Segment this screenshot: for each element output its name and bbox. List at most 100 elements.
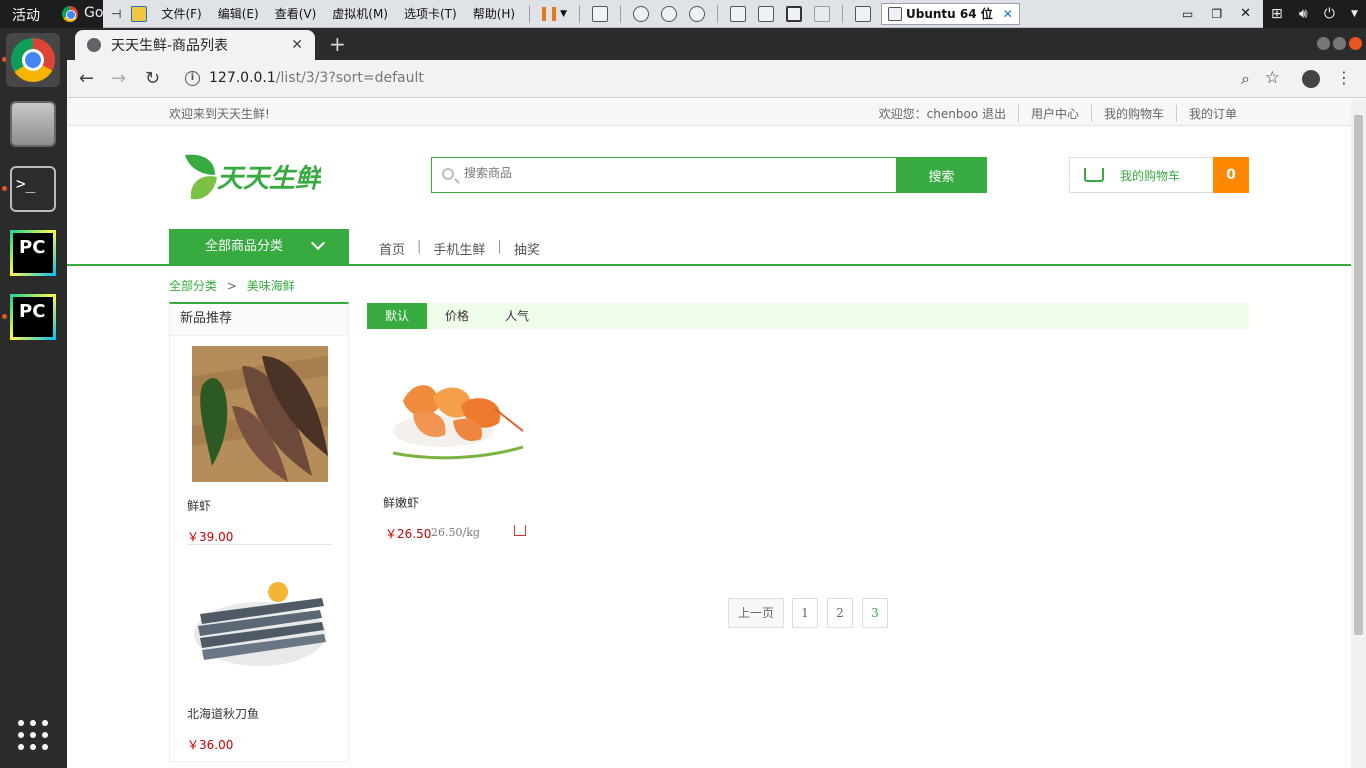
sidebar-product[interactable]: 北海道秋刀鱼 ￥36.00 — [187, 554, 332, 753]
all-categories-menu[interactable]: 全部商品分类 — [169, 229, 349, 266]
browser-toolbar: ← → ↻ i 127.0.0.1/list/3/3?sort=default … — [67, 60, 1366, 98]
fullscreen-icon[interactable] — [786, 5, 802, 22]
snapshot-manager-icon[interactable] — [689, 5, 705, 22]
send-keys-icon[interactable] — [592, 5, 608, 22]
sort-price-tab[interactable]: 价格 — [427, 303, 487, 329]
sidebar-product-name[interactable]: 鲜虾 — [187, 497, 332, 514]
restore-icon[interactable]: ❐ — [1211, 7, 1222, 21]
tab-home-icon[interactable] — [855, 5, 871, 22]
url-path: /list/3/3?sort=default — [275, 70, 424, 86]
close-icon[interactable]: ✕ — [1003, 7, 1013, 21]
page-2-button[interactable]: 2 — [827, 598, 853, 628]
running-indicator — [2, 186, 7, 191]
forward-arrow-icon[interactable]: → — [111, 68, 126, 89]
sidebar-divider — [187, 544, 332, 545]
menu-vm[interactable]: 虚拟机(M) — [332, 5, 388, 22]
console-view-icon[interactable] — [758, 5, 774, 22]
close-button[interactable] — [1349, 37, 1362, 50]
activities-button[interactable]: 活动 — [12, 5, 40, 25]
prev-page-button[interactable]: 上一页 — [728, 598, 784, 628]
nav-home[interactable]: 首页 — [379, 239, 405, 258]
search-input[interactable] — [464, 166, 884, 180]
vm-tab-icon — [888, 6, 902, 21]
volume-icon[interactable]: 🔊︎ — [1299, 6, 1308, 22]
cart-count-badge[interactable]: 0 — [1213, 157, 1249, 193]
vm-home-icon[interactable] — [131, 5, 148, 22]
nav-mobile-fresh[interactable]: 手机生鲜 — [433, 239, 485, 258]
account-icon[interactable] — [1302, 70, 1320, 88]
snapshot-icon[interactable] — [633, 5, 649, 22]
nav-separator: | — [497, 239, 502, 254]
unity-icon[interactable] — [814, 5, 830, 22]
toolbar-divider — [842, 4, 843, 23]
dock: >_ PC PC — [0, 28, 67, 768]
nav-separator: | — [417, 239, 422, 254]
browser-tab[interactable]: 天天生鲜-商品列表 ✕ — [75, 30, 315, 60]
user-greeting-logout[interactable]: 欢迎您：chenboo 退出 — [867, 105, 1018, 122]
product-name[interactable]: 鲜嫩虾 — [383, 494, 533, 511]
dock-pycharm-icon[interactable]: PC — [10, 230, 56, 276]
sort-default-tab[interactable]: 默认 — [367, 303, 427, 329]
close-icon[interactable]: ✕ — [291, 37, 303, 53]
dock-pycharm-icon[interactable]: PC — [10, 294, 56, 340]
search-button[interactable]: 搜索 — [896, 157, 987, 193]
scrollbar-thumb[interactable] — [1354, 115, 1363, 635]
breadcrumb-current[interactable]: 美味海鲜 — [247, 279, 295, 293]
page-3-button[interactable]: 3 — [862, 598, 888, 628]
close-window-icon[interactable]: ✕ — [1240, 6, 1251, 21]
address-field[interactable]: 127.0.0.1/list/3/3?sort=default — [209, 70, 424, 86]
breadcrumb-root[interactable]: 全部分类 — [169, 279, 217, 293]
dock-files-icon[interactable] — [10, 101, 56, 147]
site-logo[interactable]: 天天生鲜 — [181, 149, 321, 207]
prawn-image[interactable] — [192, 346, 328, 482]
page-scrollbar[interactable] — [1351, 99, 1366, 768]
menu-help[interactable]: 帮助(H) — [473, 5, 515, 22]
menu-edit[interactable]: 编辑(E) — [218, 5, 259, 22]
all-categories-label: 全部商品分类 — [205, 239, 284, 254]
chrome-app-icon — [62, 6, 78, 22]
my-orders-link[interactable]: 我的订单 — [1175, 105, 1249, 122]
sort-popularity-tab[interactable]: 人气 — [487, 303, 547, 329]
saury-image[interactable] — [192, 554, 328, 690]
dock-chrome-icon[interactable] — [6, 33, 60, 87]
more-menu-icon[interactable]: ⋮ — [1336, 68, 1352, 87]
bookmark-star-icon[interactable]: ☆ — [1265, 68, 1280, 88]
nav-lottery[interactable]: 抽奖 — [514, 239, 540, 258]
show-apps-icon[interactable] — [18, 720, 48, 750]
search-icon — [442, 168, 454, 180]
pause-icon[interactable] — [542, 6, 557, 21]
menu-file[interactable]: 文件(F) — [161, 5, 201, 22]
network-icon[interactable]: ⊞ — [1271, 6, 1283, 22]
sidebar-product[interactable]: 鲜虾 ￥39.00 — [187, 346, 332, 545]
shrimp-image[interactable] — [383, 361, 525, 471]
pin-icon[interactable]: ⊣ — [111, 7, 121, 21]
cart-icon — [1084, 168, 1104, 182]
maximize-button[interactable] — [1333, 37, 1346, 50]
dock-terminal-icon[interactable]: >_ — [10, 166, 56, 212]
my-cart-link[interactable]: 我的购物车 — [1090, 105, 1176, 122]
reload-icon[interactable]: ↻ — [145, 68, 160, 89]
sidebar-product-name[interactable]: 北海道秋刀鱼 — [187, 705, 332, 722]
user-center-link[interactable]: 用户中心 — [1017, 105, 1091, 122]
minimize-icon[interactable]: ▭ — [1182, 7, 1193, 21]
zoom-icon[interactable]: ⌕ — [1241, 69, 1250, 89]
vm-tab-ubuntu[interactable]: Ubuntu 64 位 ✕ — [881, 2, 1020, 25]
library-view-icon[interactable] — [730, 5, 746, 22]
minimize-button[interactable] — [1317, 37, 1330, 50]
app-menu-label[interactable]: Go — [84, 5, 103, 21]
page-1-button[interactable]: 1 — [792, 598, 818, 628]
chevron-down-icon[interactable]: ▼ — [1351, 9, 1358, 19]
add-to-cart-icon[interactable] — [514, 525, 526, 536]
breadcrumb: 全部分类 > 美味海鲜 — [169, 277, 295, 294]
menu-view[interactable]: 查看(V) — [275, 5, 317, 22]
new-tab-button[interactable]: + — [329, 32, 346, 56]
product-card: 鲜嫩虾 ￥26.50 26.50/kg — [383, 361, 533, 543]
chevron-down-icon[interactable]: ▼ — [560, 9, 567, 19]
cart-box[interactable]: 我的购物车 — [1069, 157, 1214, 193]
back-arrow-icon[interactable]: ← — [79, 68, 94, 89]
info-icon[interactable]: i — [185, 71, 200, 86]
toolbar-divider — [717, 4, 718, 23]
menu-tabs[interactable]: 选项卡(T) — [404, 5, 457, 22]
power-icon[interactable]: ⏻ — [1324, 6, 1335, 22]
revert-snapshot-icon[interactable] — [661, 5, 677, 22]
